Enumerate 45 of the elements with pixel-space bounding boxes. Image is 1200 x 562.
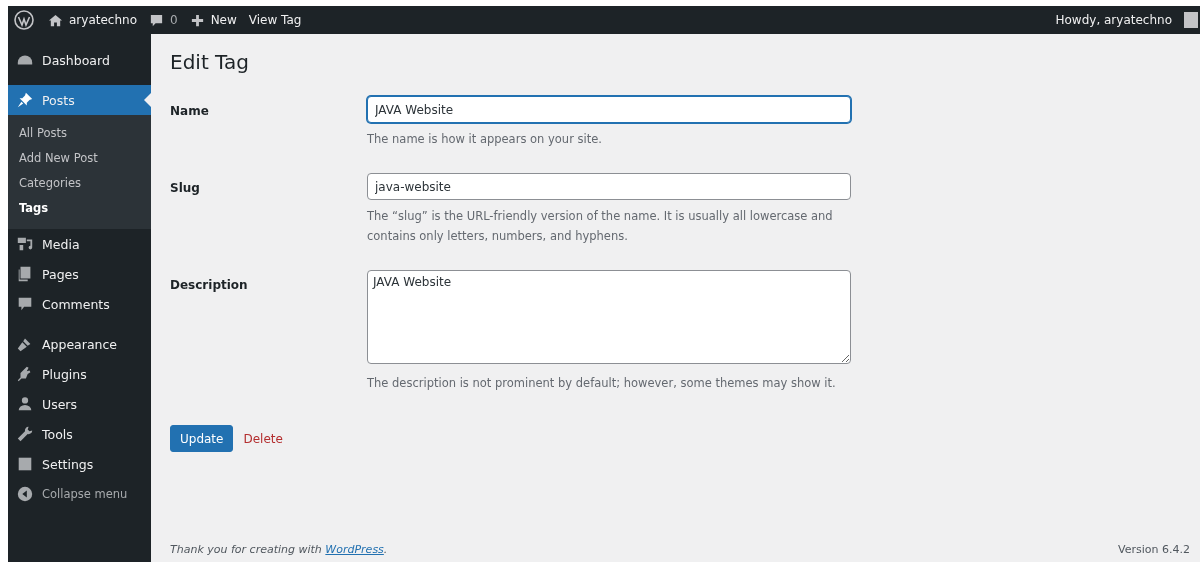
greeting-link[interactable]: Howdy, aryatechno — [1055, 13, 1172, 27]
wordpress-link[interactable]: WordPress — [325, 542, 384, 556]
help-text: The description is not prominent by default; however, some themes may show it. — [367, 375, 837, 392]
comment-icon — [16, 295, 34, 313]
update-button[interactable]: Update — [170, 425, 234, 452]
collapse-menu-button[interactable]: Collapse menu — [8, 479, 151, 509]
media-icon — [16, 235, 34, 253]
pin-icon — [16, 91, 34, 109]
comment-count[interactable]: 0 — [170, 13, 178, 27]
menu-item[interactable]: Tools — [8, 419, 151, 449]
site-name-link[interactable]: aryatechno — [69, 13, 137, 27]
new-link[interactable]: New — [210, 13, 237, 27]
submenu-item[interactable]: Tags — [8, 196, 151, 221]
help-text: The “slug” is the URL-friendly version of the name. It is usually all lowercase and contains only letters, numbers, and hyphens. — [367, 208, 834, 245]
field-label: Description — [170, 277, 249, 294]
menu-item[interactable]: Appearance — [8, 329, 151, 359]
field-label: Name — [170, 103, 210, 120]
description-field[interactable]: JAVA Website — [367, 270, 851, 364]
text-field[interactable]: JAVA Website — [367, 96, 851, 123]
user-icon — [16, 395, 34, 413]
text-field[interactable]: java-website — [367, 173, 851, 200]
wordpress-logo-icon[interactable] — [14, 10, 34, 30]
page-title: Edit Tag — [170, 50, 250, 74]
delete-link[interactable]: Delete — [243, 431, 283, 446]
menu-item[interactable]: Plugins — [8, 359, 151, 389]
menu-item[interactable]: Media — [8, 229, 151, 259]
submenu-item[interactable]: All Posts — [8, 121, 151, 146]
wrench-icon — [16, 425, 34, 443]
help-text: The name is how it appears on your site. — [367, 131, 603, 148]
collapse-icon — [16, 485, 34, 503]
submenu-item[interactable]: Add New Post — [8, 146, 151, 171]
footer-text: Thank you for creating with WordPress. — [170, 542, 388, 556]
comment-icon[interactable] — [149, 12, 164, 28]
menu-item[interactable]: Settings — [8, 449, 151, 479]
version-text: Version 6.4.2 — [1118, 542, 1190, 556]
submenu-item[interactable]: Categories — [8, 171, 151, 196]
menu-item[interactable]: Posts — [8, 85, 151, 115]
field-label: Slug — [170, 180, 201, 197]
menu-item[interactable]: Pages — [8, 259, 151, 289]
view-tag-link[interactable]: View Tag — [248, 13, 302, 27]
home-icon[interactable] — [48, 12, 63, 28]
menu-item[interactable]: Comments — [8, 289, 151, 319]
menu-item[interactable]: Users — [8, 389, 151, 419]
plus-icon[interactable] — [189, 12, 205, 28]
menu-item[interactable]: Dashboard — [8, 45, 151, 75]
